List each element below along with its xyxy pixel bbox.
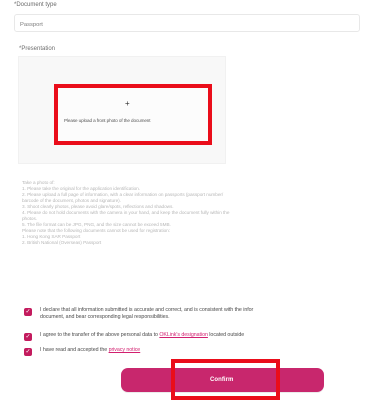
declaration-confirmation-row[interactable]: ✓ I declare that all information submitt…	[24, 307, 364, 321]
instruction-list: Take a photo of: 1. Please take the orig…	[22, 180, 356, 247]
upload-plus-icon: +	[125, 99, 130, 108]
checked-checkbox-icon[interactable]: ✓	[24, 348, 32, 356]
document-type-select[interactable]	[14, 14, 360, 32]
presentation-label: *Presentation	[19, 46, 56, 52]
designation-link[interactable]: OKLink's designation	[159, 332, 208, 338]
declaration-text: I declare that all information submitted…	[40, 307, 253, 321]
upload-prompt: Please upload a front photo of the docum…	[64, 118, 151, 123]
checked-checkbox-icon[interactable]: ✓	[24, 333, 32, 341]
instruction-line: 2. British National (Overseas) Passport	[22, 240, 102, 246]
declaration-text-line-2: document, and bear corresponding legal r…	[40, 314, 170, 320]
privacy-text: I have read and accepted the privacy not…	[40, 347, 140, 354]
checked-checkbox-icon[interactable]: ✓	[24, 308, 32, 316]
document-type-label: *Document type	[14, 2, 57, 8]
data-transfer-text-before: I agree to the transfer of the above per…	[40, 332, 160, 338]
privacy-text-before: I have read and accepted the	[40, 347, 109, 353]
upload-front-photo-box[interactable]	[54, 84, 212, 145]
document-type-value: Passport	[20, 22, 43, 28]
declaration-text-line-1: I declare that all information submitted…	[40, 307, 254, 313]
confirm-button-label: Confirm	[210, 377, 234, 383]
data-transfer-text: I agree to the transfer of the above per…	[40, 332, 244, 339]
privacy-confirmation-row[interactable]: ✓ I have read and accepted the privacy n…	[24, 347, 364, 356]
data-transfer-confirmation-row[interactable]: ✓ I agree to the transfer of the above p…	[24, 332, 364, 341]
data-transfer-text-after: located outside	[207, 332, 245, 338]
privacy-notice-link[interactable]: privacy notice	[109, 347, 141, 353]
